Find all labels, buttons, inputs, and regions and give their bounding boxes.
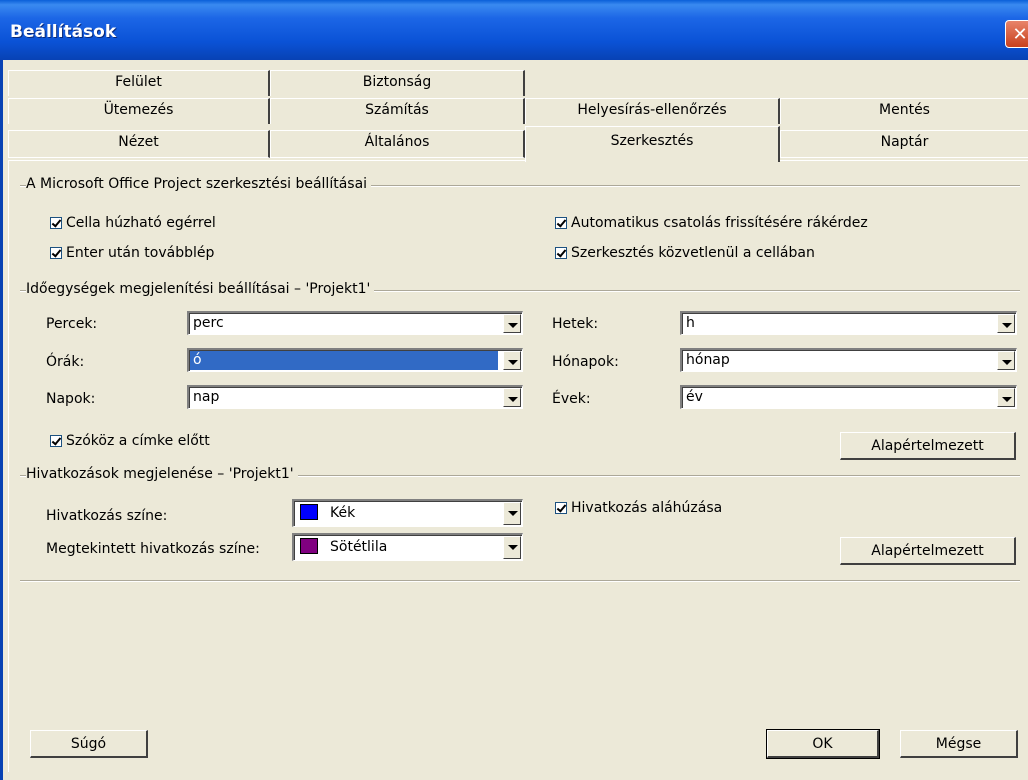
checkbox-label: Enter után továbblép (66, 245, 215, 261)
tab-label: Mentés (879, 102, 930, 118)
checkbox-checked-icon (555, 217, 567, 229)
tab-label: Ütemezés (103, 102, 174, 118)
tab-label: Helyesírás-ellenőrzés (577, 102, 727, 118)
checkbox-checked-icon (555, 502, 567, 514)
cancel-button[interactable]: Mégse (900, 730, 1018, 758)
tab-utemezes[interactable]: Ütemezés (8, 98, 270, 124)
close-button[interactable]: ✕ (1005, 20, 1028, 48)
hyperlink-underline-checkbox[interactable]: Hivatkozás aláhúzása (555, 500, 722, 516)
weeks-label: Hetek: (552, 316, 599, 332)
hyperlinks-group-title: Hivatkozások megjelenése – 'Projekt1' (26, 466, 298, 482)
hours-label: Órák: (46, 354, 85, 370)
checkbox-label: Hivatkozás aláhúzása (571, 500, 723, 516)
auto-link-checkbox[interactable]: Automatikus csatolás frissítésére rákérd… (555, 215, 868, 231)
select-value: ó (190, 351, 498, 370)
tab-helyesiras[interactable]: Helyesírás-ellenőrzés (525, 98, 780, 124)
tab-label: Naptár (880, 134, 929, 150)
time-units-default-button[interactable]: Alapértelmezett (840, 432, 1016, 460)
tab-szamitas[interactable]: Számítás (270, 98, 525, 124)
checkbox-label: Cella húzható egérrel (66, 215, 216, 231)
select-value: perc (193, 315, 224, 331)
ok-button[interactable]: OK (766, 729, 880, 759)
visited-color-select[interactable]: Sötétlila (292, 533, 523, 561)
visited-color-label: Megtekintett hivatkozás színe: (46, 541, 260, 557)
tab-label: Számítás (365, 102, 429, 118)
days-label: Napok: (46, 391, 96, 407)
tab-nezet[interactable]: Nézet (8, 130, 270, 158)
tab-naptar[interactable]: Naptár (780, 130, 1028, 158)
hours-select[interactable]: ó (187, 348, 523, 372)
tab-label: Szerkesztés (610, 133, 694, 149)
months-label: Hónapok: (552, 354, 619, 370)
help-button[interactable]: Súgó (30, 730, 148, 758)
checkbox-checked-icon (50, 435, 62, 447)
tab-label: Felület (115, 74, 162, 90)
select-value: nap (193, 389, 220, 405)
chevron-down-icon[interactable] (503, 351, 521, 370)
days-select[interactable]: nap (187, 385, 523, 409)
space-before-label-checkbox[interactable]: Szóköz a címke előtt (50, 433, 210, 449)
checkbox-label: Szóköz a címke előtt (66, 433, 210, 449)
edit-in-cell-checkbox[interactable]: Szerkesztés közvetlenül a cellában (555, 245, 815, 261)
time-units-group-title: Időegységek megjelenítési beállításai – … (26, 281, 375, 297)
tab-label: Biztonság (362, 74, 432, 90)
select-value: év (686, 389, 703, 405)
color-swatch (300, 504, 318, 520)
select-value: Sötétlila (330, 539, 388, 555)
chevron-down-icon[interactable] (503, 388, 521, 407)
chevron-down-icon[interactable] (503, 536, 521, 559)
chevron-down-icon[interactable] (503, 502, 521, 525)
tab-felulet[interactable]: Felület (8, 70, 270, 96)
chevron-down-icon[interactable] (997, 388, 1015, 407)
select-value: h (686, 315, 695, 331)
years-select[interactable]: év (680, 385, 1017, 409)
checkbox-label: Szerkesztés közvetlenül a cellában (571, 245, 815, 261)
months-select[interactable]: hónap (680, 348, 1017, 372)
checkbox-checked-icon (555, 247, 567, 259)
minutes-label: Percek: (46, 316, 98, 332)
select-value: Kék (330, 505, 356, 521)
checkbox-checked-icon (50, 217, 62, 229)
chevron-down-icon[interactable] (997, 314, 1015, 333)
title-bar[interactable] (0, 0, 1028, 60)
tab-biztonsag[interactable]: Biztonság (270, 70, 525, 96)
select-value: hónap (686, 352, 730, 368)
editing-group-title: A Microsoft Office Project szerkesztési … (26, 176, 372, 192)
chevron-down-icon[interactable] (503, 314, 521, 333)
color-swatch (300, 538, 318, 554)
hyperlink-color-select[interactable]: Kék (292, 499, 523, 527)
group-divider (20, 580, 1020, 582)
checkbox-label: Automatikus csatolás frissítésére rákérd… (571, 215, 868, 231)
chevron-down-icon[interactable] (997, 351, 1015, 370)
hyperlink-color-label: Hivatkozás színe: (46, 508, 168, 524)
tab-label: Általános (364, 134, 430, 150)
years-label: Évek: (552, 391, 591, 407)
hyperlinks-default-button[interactable]: Alapértelmezett (840, 537, 1016, 565)
checkbox-checked-icon (50, 247, 62, 259)
minutes-select[interactable]: perc (187, 311, 523, 335)
tab-szerkesztes[interactable]: Szerkesztés (525, 126, 780, 162)
enter-move-checkbox[interactable]: Enter után továbblép (50, 245, 214, 261)
tab-altalanos[interactable]: Általános (270, 130, 525, 158)
tab-label: Nézet (118, 134, 159, 150)
window-title: Beállítások (10, 22, 117, 42)
tab-mentes[interactable]: Mentés (780, 98, 1028, 124)
window-frame-left (0, 60, 3, 780)
weeks-select[interactable]: h (680, 311, 1017, 335)
cell-drag-checkbox[interactable]: Cella húzható egérrel (50, 215, 216, 231)
